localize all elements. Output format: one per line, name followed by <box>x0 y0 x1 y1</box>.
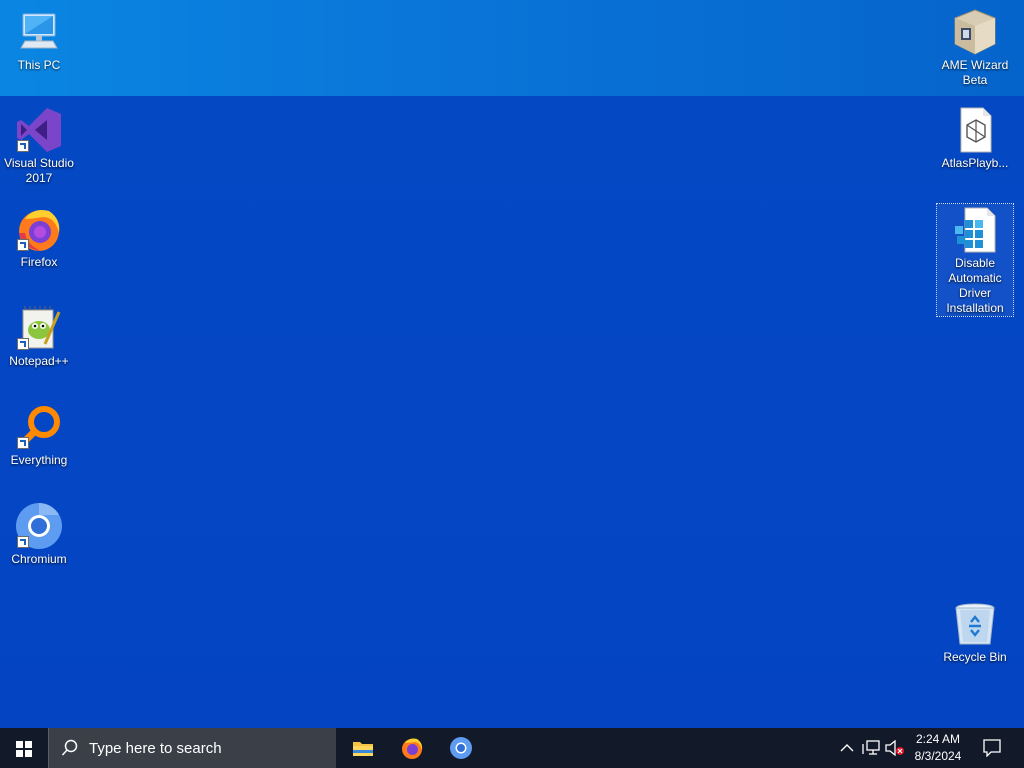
show-hidden-icons-button[interactable] <box>836 728 858 768</box>
ame-wizard-box-icon <box>951 8 999 56</box>
recycle-bin-icon <box>951 600 999 648</box>
notepadpp-icon <box>15 304 63 352</box>
shortcut-arrow-icon <box>17 536 29 548</box>
clock-time: 2:24 AM <box>915 732 961 746</box>
desktop-icon-notepadpp[interactable]: Notepad++ <box>1 304 77 369</box>
desktop-icon-atlas-playbook[interactable]: AtlasPlayb... <box>937 106 1013 171</box>
desktop-icon-label: Everything <box>10 453 68 467</box>
taskbar-file-explorer[interactable] <box>339 728 387 768</box>
desktop-icon-chromium[interactable]: Chromium <box>1 502 77 567</box>
desktop-icon-label: AME Wizard Beta <box>941 58 1009 87</box>
firefox-icon <box>402 738 423 759</box>
computer-icon <box>15 8 63 56</box>
taskbar-clock[interactable]: 2:24 AM 8/3/2024 <box>908 731 968 765</box>
search-placeholder: Type here to search <box>89 740 222 757</box>
volume-tray-button[interactable] <box>884 728 906 768</box>
action-center-button[interactable] <box>978 728 1006 768</box>
search-icon <box>61 739 78 756</box>
chevron-up-icon <box>840 744 854 752</box>
volume-muted-icon <box>885 740 904 756</box>
desktop-icon-label: This PC <box>17 58 61 72</box>
desktop-icon-firefox[interactable]: Firefox <box>1 205 77 270</box>
chromium-icon <box>15 502 63 550</box>
firefox-icon <box>15 205 63 253</box>
desktop-icon-label: Visual Studio 2017 <box>4 156 74 185</box>
desktop-icon-label: Recycle Bin <box>943 650 1007 664</box>
desktop-icon-label: Chromium <box>11 552 67 566</box>
desktop-icon-everything[interactable]: Everything <box>1 403 77 468</box>
shortcut-arrow-icon <box>17 239 29 251</box>
desktop-icon-recycle-bin[interactable]: Recycle Bin <box>937 600 1013 665</box>
everything-search-icon <box>15 403 63 451</box>
desktop-icon-label: AtlasPlayb... <box>941 156 1009 170</box>
network-icon <box>862 740 880 755</box>
start-button[interactable] <box>0 728 48 768</box>
atlas-playbook-file-icon <box>951 106 999 154</box>
desktop-icon-label: Notepad++ <box>9 354 69 368</box>
desktop-icon-this-pc[interactable]: This PC <box>1 8 77 73</box>
taskbar-firefox[interactable] <box>388 728 436 768</box>
desktop-icon-label: Firefox <box>20 255 58 269</box>
clock-date: 8/3/2024 <box>914 749 962 763</box>
taskbar-chromium[interactable] <box>437 728 485 768</box>
visual-studio-icon <box>15 106 63 154</box>
file-explorer-icon <box>353 742 373 756</box>
taskbar-search-box[interactable]: Type here to search <box>48 728 336 768</box>
chromium-icon <box>450 737 472 759</box>
registry-file-icon <box>951 206 999 254</box>
shortcut-arrow-icon <box>17 437 29 449</box>
network-tray-button[interactable] <box>860 728 882 768</box>
notifications-icon <box>983 739 1001 757</box>
desktop-icon-disable-driver-installation[interactable]: Disable Automatic Driver Installation <box>936 203 1014 317</box>
desktop[interactable]: This PC Visual Studio 2017 Firefox Notep… <box>0 0 1024 728</box>
windows-logo-icon <box>16 741 32 757</box>
shortcut-arrow-icon <box>17 140 29 152</box>
shortcut-arrow-icon <box>17 338 29 350</box>
desktop-icon-ame-wizard[interactable]: AME Wizard Beta <box>937 8 1013 88</box>
desktop-icon-label: Disable Automatic Driver Installation <box>946 256 1004 315</box>
desktop-icon-visual-studio[interactable]: Visual Studio 2017 <box>1 106 77 186</box>
taskbar: Type here to search 2:24 AM 8/3/2024 <box>0 728 1024 768</box>
